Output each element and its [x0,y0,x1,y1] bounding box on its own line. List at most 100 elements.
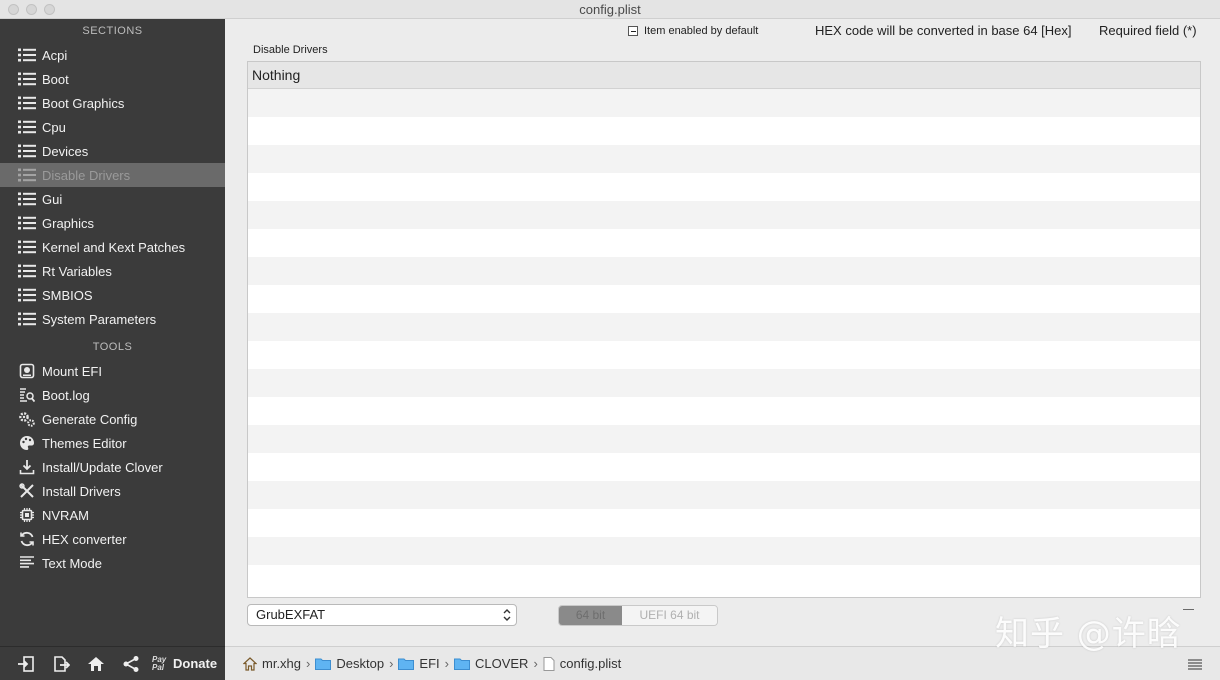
required-note: Required field (*) [1099,23,1197,38]
download-icon [18,459,36,475]
tool-item-text-mode[interactable]: Text Mode [0,551,225,575]
tool-item-generate-config[interactable]: Generate Config [0,407,225,431]
donate-label: Donate [173,656,218,671]
table-row[interactable] [248,397,1200,425]
default-item-indicator-icon [628,26,638,36]
list-icon [18,191,36,207]
share-button[interactable] [113,649,148,679]
table-row[interactable] [248,229,1200,257]
sidebar-item-label: Cpu [42,119,66,135]
crumb-config-plist[interactable]: config.plist [543,656,621,671]
list-icon [18,167,36,183]
driver-select-value: GrubEXFAT [256,607,326,622]
table-row[interactable] [248,453,1200,481]
document-icon [543,656,555,671]
tool-item-boot-log[interactable]: Boot.log [0,383,225,407]
window-controls[interactable] [8,4,55,15]
table-row[interactable] [248,313,1200,341]
sidebar-item-boot[interactable]: Boot [0,67,225,91]
close-window-button[interactable] [8,4,19,15]
tool-item-hex-converter[interactable]: HEX converter [0,527,225,551]
list-icon [18,143,36,159]
donate-button[interactable]: Pay Pal Donate [152,655,218,672]
wrench-screwdriver-icon [18,483,36,499]
tool-item-nvram[interactable]: NVRAM [0,503,225,527]
table-row[interactable] [248,173,1200,201]
table-row[interactable] [248,285,1200,313]
sidebar: SECTIONS Acpi Boot Boot Graphics Cpu Devices… [0,19,225,680]
zoom-window-button[interactable] [44,4,55,15]
sidebar-item-label: Acpi [42,47,68,63]
sidebar-item-smbios[interactable]: SMBIOS [0,283,225,307]
segment-64-bit[interactable]: 64 bit [559,606,622,625]
home-button[interactable] [78,649,113,679]
sidebar-item-label: Themes Editor [42,435,127,451]
table-row[interactable] [248,145,1200,173]
export-button[interactable] [43,649,78,679]
sidebar-item-label: Graphics [42,215,95,231]
sidebar-item-acpi[interactable]: Acpi [0,43,225,67]
table-row[interactable] [248,201,1200,229]
table-row[interactable] [248,257,1200,285]
sidebar-item-boot-graphics[interactable]: Boot Graphics [0,91,225,115]
list-icon [18,119,36,135]
arch-segmented-control[interactable]: 64 bit UEFI 64 bit [558,605,718,626]
sidebar-item-disable-drivers[interactable]: Disable Drivers [0,163,225,187]
sidebar-item-kernel-and-kext-patches[interactable]: Kernel and Kext Patches [0,235,225,259]
crumb-label: CLOVER [474,656,529,671]
table-row-nothing[interactable]: Nothing [248,62,1200,89]
sidebar-item-label: SMBIOS [42,287,93,303]
table-row[interactable] [248,509,1200,537]
tool-item-themes-editor[interactable]: Themes Editor [0,431,225,455]
driver-select[interactable]: GrubEXFAT [247,604,517,626]
crumb-clover[interactable]: CLOVER [453,656,529,671]
table-row[interactable] [248,425,1200,453]
table-row[interactable] [248,565,1200,593]
crumb-desktop[interactable]: Desktop [315,656,384,671]
text-lines-icon [18,555,36,571]
table-row[interactable] [248,89,1200,117]
sidebar-item-rt-variables[interactable]: Rt Variables [0,259,225,283]
segment-uefi-64-bit[interactable]: UEFI 64 bit [622,606,717,625]
list-icon [18,215,36,231]
disable-drivers-table[interactable]: Nothing [247,61,1201,598]
sidebar-item-cpu[interactable]: Cpu [0,115,225,139]
sidebar-item-gui[interactable]: Gui [0,187,225,211]
import-button[interactable] [8,649,43,679]
crumb-efi[interactable]: EFI [398,656,440,671]
list-icon [18,95,36,111]
table-row[interactable] [248,341,1200,369]
sidebar-item-graphics[interactable]: Graphics [0,211,225,235]
table-row[interactable] [248,537,1200,565]
crumb-home[interactable]: mr.xhg [243,656,301,671]
sidebar-item-label: HEX converter [42,531,127,547]
tool-item-mount-efi[interactable]: Mount EFI [0,359,225,383]
table-row[interactable] [248,369,1200,397]
crumb-separator: › [306,656,311,671]
crumb-label: EFI [419,656,440,671]
sidebar-item-label: Boot Graphics [42,95,125,111]
crumb-label: mr.xhg [262,656,302,671]
panel-label: Disable Drivers [253,44,328,56]
remove-row-button[interactable] [1183,609,1194,610]
disk-icon [18,363,36,379]
list-icon [18,47,36,63]
sidebar-item-label: System Parameters [42,311,157,327]
minimize-window-button[interactable] [26,4,37,15]
sidebar-item-system-parameters[interactable]: System Parameters [0,307,225,331]
chevron-updown-icon [502,607,512,629]
table-row[interactable] [248,117,1200,145]
sidebar-bottom-bar: Pay Pal Donate [0,646,225,680]
sidebar-item-label: Install Drivers [42,483,121,499]
tool-item-install-drivers[interactable]: Install Drivers [0,479,225,503]
crumb-separator: › [444,656,449,671]
table-row[interactable] [248,481,1200,509]
list-icon [18,239,36,255]
sidebar-item-label: Install/Update Clover [42,459,163,475]
hamburger-menu-icon[interactable] [1188,658,1202,673]
folder-icon [315,657,332,670]
window-title: config.plist [579,2,641,17]
list-icon [18,263,36,279]
sidebar-item-devices[interactable]: Devices [0,139,225,163]
tool-item-install-update-clover[interactable]: Install/Update Clover [0,455,225,479]
